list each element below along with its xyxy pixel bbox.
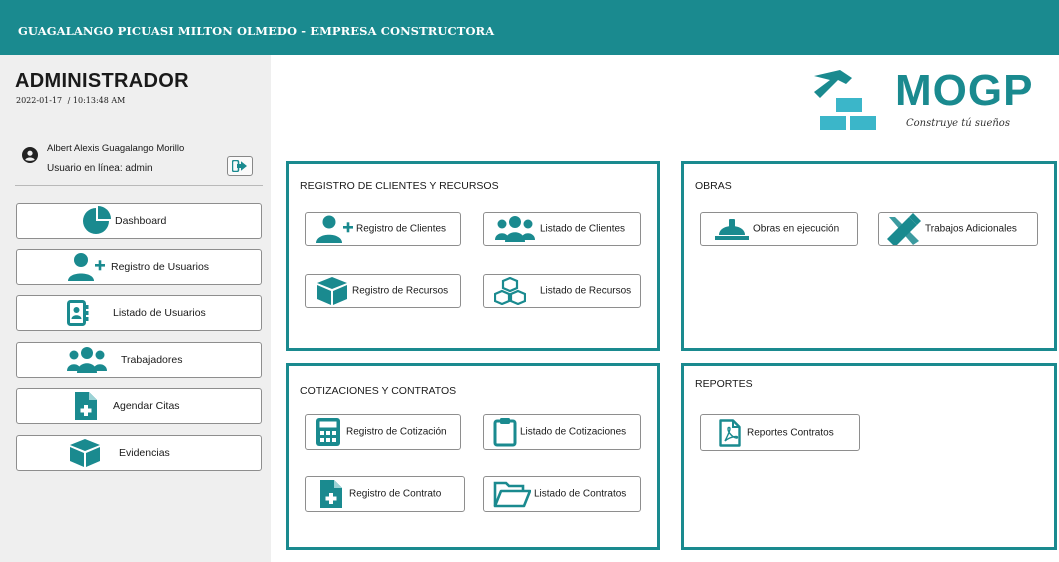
date-separator: / (67, 96, 71, 105)
user-online-status: Usuario en línea: admin (47, 163, 153, 174)
mogp-logo: MOGP Construye tú sueños (810, 66, 1040, 138)
logout-button[interactable] (227, 156, 253, 176)
panel-title: COTIZACIONES Y CONTRATOS (300, 385, 457, 397)
sign-out-icon (232, 160, 247, 172)
button-label: Listado de Recursos (540, 285, 632, 297)
sidebar-item-label: Agendar Citas (113, 400, 180, 412)
tools-icon (887, 213, 921, 245)
sidebar-item-label: Listado de Usuarios (113, 307, 206, 319)
panel-obras: OBRAS Obras en ejecución Trabajos Adicio… (681, 161, 1057, 351)
user-circle-icon (22, 147, 38, 163)
panel-title: REPORTES (695, 378, 753, 390)
user-plus-icon (68, 253, 105, 281)
hammer-bricks-icon (814, 70, 876, 130)
registro-clientes-button[interactable]: Registro de Clientes (305, 212, 461, 246)
logo-wordmark: MOGP (895, 66, 1034, 115)
panel-title: OBRAS (695, 180, 732, 192)
user-full-name: Albert Alexis Guagalango Morillo (47, 143, 185, 154)
sidebar-item-listado-usuarios[interactable]: Listado de Usuarios (16, 295, 262, 331)
button-label: Registro de Contrato (349, 488, 442, 500)
panel-title: REGISTRO DE CLIENTES Y RECURSOS (300, 180, 499, 192)
registro-cotizacion-button[interactable]: Registro de Cotización (305, 414, 461, 450)
clipboard-icon (493, 418, 517, 447)
panel-clientes-recursos: REGISTRO DE CLIENTES Y RECURSOS Registro… (286, 161, 660, 351)
box-icon (70, 439, 100, 467)
sidebar-item-label: Dashboard (115, 215, 167, 227)
listado-recursos-button[interactable]: Listado de Recursos (483, 274, 641, 308)
listado-contratos-button[interactable]: Listado de Contratos (483, 476, 641, 512)
sidebar-item-dashboard[interactable]: Dashboard (16, 203, 262, 239)
trabajos-adicionales-button[interactable]: Trabajos Adicionales (878, 212, 1038, 246)
button-label: Listado de Contratos (534, 488, 627, 500)
sidebar-item-evidencias[interactable]: Evidencias (16, 435, 262, 471)
sidebar-item-trabajadores[interactable]: Trabajadores (16, 342, 262, 378)
users-icon (495, 216, 535, 242)
button-label: Listado de Cotizaciones (520, 426, 627, 438)
button-label: Reportes Contratos (747, 427, 834, 438)
cubes-icon (494, 277, 526, 305)
button-label: Listado de Clientes (540, 223, 626, 235)
address-book-icon (67, 300, 89, 326)
pie-chart-icon (83, 206, 111, 234)
user-plus-icon (316, 215, 353, 243)
sidebar-item-agendar-citas[interactable]: Agendar Citas (16, 388, 262, 424)
sidebar-divider (15, 185, 263, 186)
listado-cotizaciones-button[interactable]: Listado de Cotizaciones (483, 414, 641, 450)
file-medical-icon (75, 392, 97, 420)
user-role: ADMINISTRADOR (15, 70, 189, 92)
obras-ejecucion-button[interactable]: Obras en ejecución (700, 212, 858, 246)
button-label: Obras en ejecución (753, 223, 840, 235)
registro-recursos-button[interactable]: Registro de Recursos (305, 274, 461, 308)
current-date: 2022-01-17 (16, 96, 63, 105)
file-medical-icon (320, 480, 342, 508)
box-icon (317, 277, 347, 305)
company-title: GUAGALANGO PICUASI MILTON OLMEDO - EMPRE… (18, 24, 495, 38)
folder-open-icon (493, 481, 531, 508)
listado-clientes-button[interactable]: Listado de Clientes (483, 212, 641, 246)
button-label: Registro de Cotización (346, 426, 447, 438)
panel-cotizaciones-contratos: COTIZACIONES Y CONTRATOS Registro de Cot… (286, 363, 660, 550)
button-label: Trabajos Adicionales (925, 223, 1017, 235)
date-time: 2022-01-17 / 10:13:48 AM (16, 96, 125, 105)
button-label: Registro de Clientes (356, 223, 447, 235)
top-bar: GUAGALANGO PICUASI MILTON OLMEDO - EMPRE… (0, 0, 1059, 55)
sidebar-item-registro-usuarios[interactable]: Registro de Usuarios (16, 249, 262, 285)
sidebar-item-label: Registro de Usuarios (111, 261, 210, 273)
file-pdf-icon (719, 418, 741, 447)
panel-reportes: REPORTES Reportes Contratos (681, 363, 1057, 550)
sidebar: ADMINISTRADOR 2022-01-17 / 10:13:48 AM A… (0, 55, 271, 562)
current-time: 10:13:48 AM (72, 96, 126, 105)
users-icon (67, 347, 107, 373)
calculator-icon (316, 418, 340, 446)
registro-contrato-button[interactable]: Registro de Contrato (305, 476, 465, 512)
button-label: Registro de Recursos (352, 285, 449, 297)
logo-tagline: Construye tú sueños (906, 118, 1010, 129)
sidebar-item-label: Evidencias (119, 447, 170, 459)
reportes-contratos-button[interactable]: Reportes Contratos (700, 414, 860, 451)
hard-hat-icon (715, 219, 749, 240)
sidebar-item-label: Trabajadores (121, 354, 183, 366)
